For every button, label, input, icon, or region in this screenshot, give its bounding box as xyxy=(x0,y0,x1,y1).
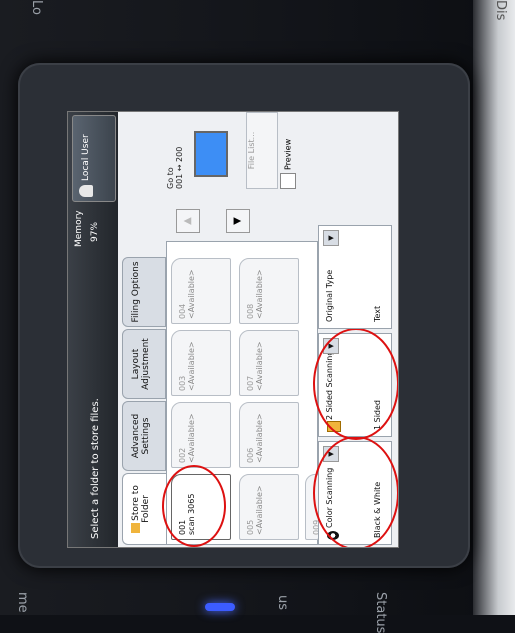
tab-advanced-settings[interactable]: Advanced Settings xyxy=(122,401,166,471)
folder-number: 007 xyxy=(246,375,255,391)
folder-icon xyxy=(131,522,140,533)
annotation-circle-folder xyxy=(162,465,226,547)
color-scanning-setting[interactable]: Color Scanning ▼ Black & White xyxy=(313,436,399,548)
folder-003[interactable]: 003 <Available> xyxy=(171,330,231,396)
panel-edge xyxy=(473,0,515,615)
preview-checkbox[interactable] xyxy=(280,173,296,189)
tab-label: Store to Folder xyxy=(131,485,151,523)
setting-value: Text xyxy=(373,305,382,322)
folder-name: <Available> xyxy=(187,341,196,391)
tab-filing-options[interactable]: Filing Options xyxy=(122,257,166,327)
annotation-circle xyxy=(313,436,399,548)
folder-007[interactable]: 007 <Available> xyxy=(239,330,299,396)
annotation-circle xyxy=(313,328,399,440)
file-list-button[interactable]: File List... xyxy=(246,112,278,189)
user-icon xyxy=(79,185,93,197)
folder-006[interactable]: 006 <Available> xyxy=(239,402,299,468)
goto-input[interactable] xyxy=(194,131,228,177)
preview-label: Preview xyxy=(283,138,293,170)
dropdown-arrow-icon: ▼ xyxy=(323,230,339,246)
folder-008[interactable]: 008 <Available> xyxy=(239,258,299,324)
folder-number: 003 xyxy=(178,375,187,391)
folder-number: 008 xyxy=(246,303,255,319)
folder-number: 002 xyxy=(178,447,187,463)
goto-range: 001 ↔ 200 xyxy=(175,146,184,189)
folder-002[interactable]: 002 <Available> xyxy=(171,402,231,468)
folder-005[interactable]: 005 <Available> xyxy=(239,474,299,540)
tab-label: Filing Options xyxy=(131,261,141,323)
folder-number: 005 xyxy=(246,519,255,535)
memory-label: Memory xyxy=(74,210,84,247)
edge-label-right: Dis xyxy=(493,0,508,21)
folder-name: <Available> xyxy=(187,269,196,319)
instruction-message: Select a folder to store files. xyxy=(90,398,101,539)
edge-label-status: Status xyxy=(373,592,388,633)
edge-label-bottom-mid: us xyxy=(275,595,290,611)
touch-screen: Select a folder to store files. Memory 9… xyxy=(67,111,399,548)
folder-name: <Available> xyxy=(187,413,196,463)
scroll-down-button[interactable]: ▼ xyxy=(226,209,250,233)
folder-name: <Available> xyxy=(255,413,264,463)
edge-label-left: Lo xyxy=(29,0,44,15)
memory-value: 97% xyxy=(90,221,100,242)
goto-label: Go to xyxy=(166,167,175,189)
header-bar: Select a folder to store files. Memory 9… xyxy=(68,112,118,547)
scroll-up-button[interactable]: ▲ xyxy=(176,209,200,233)
folder-number: 004 xyxy=(178,303,187,319)
tab-layout-adjustment[interactable]: Layout Adjustment xyxy=(122,329,166,399)
preview-toggle[interactable]: Preview xyxy=(280,114,310,189)
settings-row: Color Scanning ▼ Black & White 2 Sided S… xyxy=(313,115,399,548)
folder-name: <Available> xyxy=(255,269,264,319)
status-led xyxy=(205,603,235,611)
folder-number: 006 xyxy=(246,447,255,463)
local-user-label: Local User xyxy=(81,134,91,181)
tab-label: Layout Adjustment xyxy=(131,338,151,390)
local-user-button[interactable]: Local User xyxy=(72,115,116,202)
tab-label: Advanced Settings xyxy=(131,413,151,459)
folder-name: <Available> xyxy=(255,485,264,535)
tab-bar: Store to Folder Advanced Settings Layout… xyxy=(122,235,170,545)
goto-panel: Go to 001 ↔ 200 xyxy=(166,114,246,189)
two-sided-scanning-setting[interactable]: 2 Sided Scanning ▼ 1 Sided xyxy=(313,328,399,440)
scroll-controls: ▲ ▼ xyxy=(166,191,316,241)
original-type-setting[interactable]: Original Type ▼ Text xyxy=(318,225,392,329)
edge-label-bottom-left: me xyxy=(15,592,30,613)
folder-name: <Available> xyxy=(255,341,264,391)
folder-004[interactable]: 004 <Available> xyxy=(171,258,231,324)
file-list-label: File List... xyxy=(247,131,256,170)
setting-title: Original Type xyxy=(325,269,334,322)
